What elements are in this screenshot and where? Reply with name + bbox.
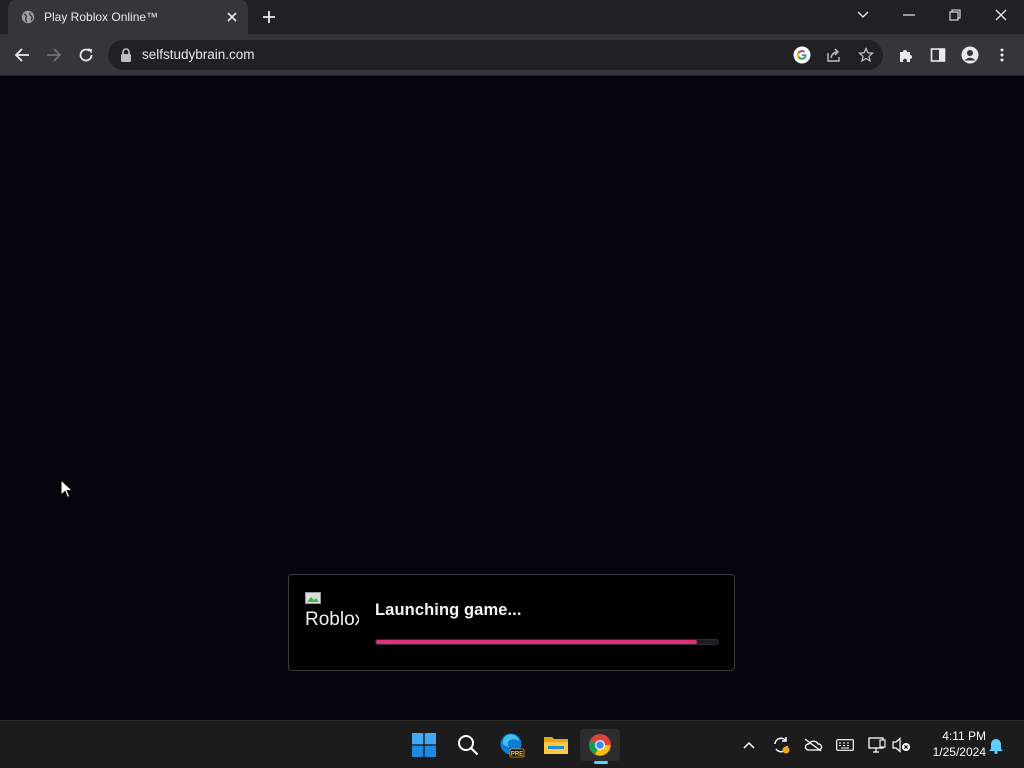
puzzle-icon: [900, 50, 912, 62]
tab-title: Play Roblox Online™: [44, 10, 159, 24]
url-text[interactable]: selfstudybrain.com: [142, 40, 255, 70]
tray-keyboard[interactable]: [834, 734, 856, 756]
broken-image-icon: [305, 592, 321, 604]
chrome-icon: [589, 734, 611, 756]
taskbar-chrome[interactable]: [580, 729, 620, 761]
share-button[interactable]: [823, 44, 845, 66]
forward-button[interactable]: [40, 41, 68, 69]
search-icon: [458, 735, 479, 756]
bell-icon: [989, 739, 1003, 754]
taskbar-file-explorer[interactable]: [536, 729, 576, 761]
start-button[interactable]: [404, 729, 444, 761]
google-icon: [793, 46, 811, 64]
google-lens-button[interactable]: [791, 44, 813, 66]
launch-progress-bar: [375, 639, 719, 645]
chevron-up-icon: [743, 741, 755, 749]
chevron-down-icon: [857, 11, 869, 18]
active-app-indicator: [594, 761, 608, 764]
share-icon: [827, 48, 840, 62]
minimize-button[interactable]: [886, 0, 932, 30]
tray-sync[interactable]: [770, 734, 792, 756]
menu-button[interactable]: [988, 41, 1016, 69]
reload-button[interactable]: [72, 41, 100, 69]
game-thumbnail: Roblox: [305, 592, 359, 634]
tray-onedrive[interactable]: [802, 734, 824, 756]
mouse-cursor-icon: [60, 479, 74, 499]
clock-time: 4:11 PM: [942, 729, 986, 743]
file-explorer-icon: [544, 737, 568, 754]
taskbar-search-button[interactable]: [448, 729, 488, 761]
more-vertical-icon: [1000, 48, 1004, 62]
cloud-off-icon: [804, 738, 823, 752]
minimize-icon: [903, 14, 915, 16]
page-content: Roblox Launching game...: [0, 77, 1024, 720]
taskbar-clock[interactable]: 4:11 PM 1/25/2024: [918, 728, 986, 760]
network-icon: [868, 737, 886, 753]
star-icon: [858, 47, 874, 63]
edge-preview-icon: PRE: [500, 733, 525, 758]
tab-search-button[interactable]: [840, 0, 886, 30]
tray-overflow-button[interactable]: [738, 734, 760, 756]
sync-icon: [774, 737, 790, 754]
new-tab-icon[interactable]: [261, 9, 277, 25]
windows-start-icon: [412, 733, 436, 757]
lock-icon[interactable]: [120, 48, 132, 62]
address-bar[interactable]: selfstudybrain.com: [108, 40, 883, 70]
side-panel-button[interactable]: [924, 41, 952, 69]
reload-icon: [79, 48, 93, 62]
user-icon: [961, 46, 979, 64]
arrow-left-icon: [14, 48, 29, 62]
tray-volume[interactable]: [891, 734, 913, 756]
arrow-right-icon: [47, 48, 62, 62]
keyboard-icon: [836, 739, 854, 751]
browser-toolbar: selfstudybrain.com: [0, 34, 1024, 76]
tray-notifications[interactable]: [985, 734, 1007, 756]
restore-button[interactable]: [932, 0, 978, 30]
launch-status-text: Launching game...: [375, 601, 522, 619]
browser-tab[interactable]: Play Roblox Online™: [8, 0, 248, 34]
svg-text:PRE: PRE: [511, 751, 523, 757]
globe-icon: [21, 10, 35, 24]
thumbnail-alt-text: Roblox: [305, 609, 359, 630]
bookmark-button[interactable]: [855, 44, 877, 66]
restore-icon: [949, 9, 961, 21]
profile-button[interactable]: [956, 41, 984, 69]
launch-game-dialog: Roblox Launching game...: [288, 574, 735, 671]
launch-progress-fill: [376, 640, 698, 644]
tray-network[interactable]: [866, 734, 888, 756]
windows-taskbar: PRE 4:11 PM 1/25/2024: [0, 720, 1024, 768]
clock-date: 1/25/2024: [932, 745, 986, 759]
volume-muted-icon: [892, 737, 910, 753]
close-icon: [995, 9, 1007, 21]
taskbar-edge-preview[interactable]: PRE: [492, 729, 532, 761]
browser-tab-strip: Play Roblox Online™: [0, 0, 1024, 34]
side-panel-icon: [930, 48, 946, 62]
close-tab-icon[interactable]: [225, 10, 239, 24]
back-button[interactable]: [8, 41, 36, 69]
close-window-button[interactable]: [978, 0, 1024, 30]
extensions-button[interactable]: [892, 41, 920, 69]
